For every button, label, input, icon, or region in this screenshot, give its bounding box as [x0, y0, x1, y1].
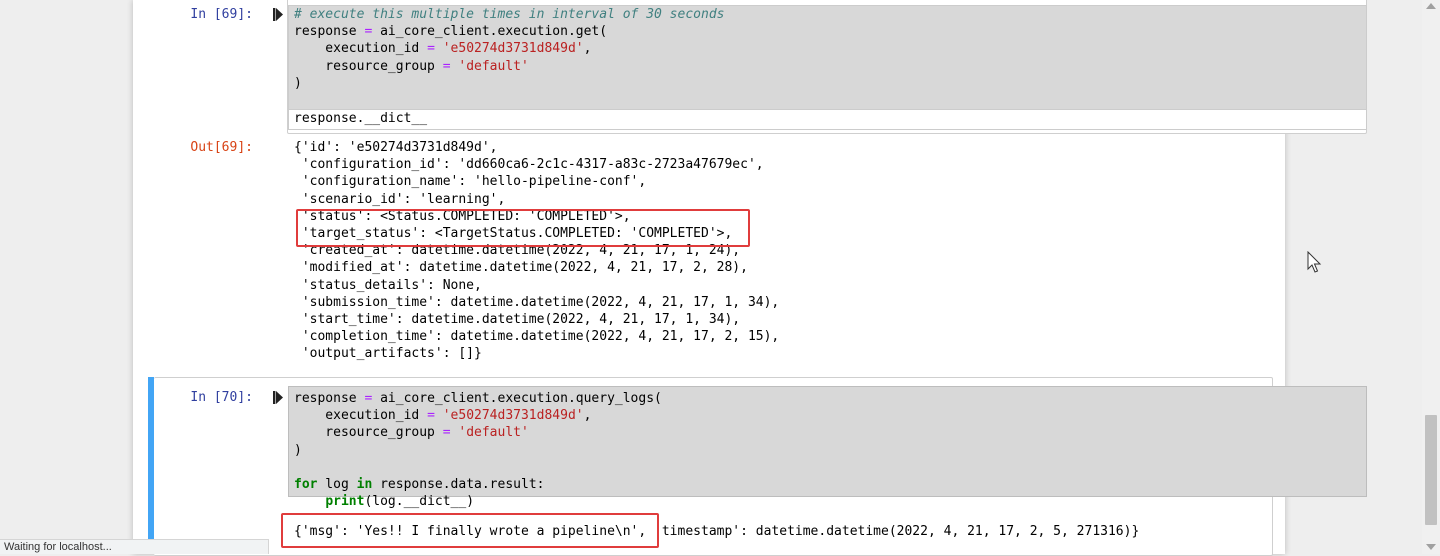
code-token: response.__dict__	[294, 111, 428, 126]
code-line: response = ai_core_client.execution.quer…	[294, 390, 1366, 407]
mouse-cursor-icon	[1307, 251, 1322, 273]
output-line: {'id': 'e50274d3731d849d',	[294, 140, 498, 155]
scroll-up-arrow-icon[interactable]	[1426, 3, 1436, 9]
code-token: ai_core_client.execution.query_logs(	[372, 391, 662, 406]
code-line: resource_group = 'default'	[294, 58, 1366, 75]
code-token: response	[294, 24, 365, 40]
code-token: )	[294, 75, 302, 91]
code-token: ,	[583, 408, 592, 424]
run-cell-icon[interactable]	[273, 391, 283, 404]
code-token: =	[427, 41, 435, 57]
code-token: =	[442, 58, 451, 74]
code-token: 'e50274d3731d849d'	[442, 41, 584, 57]
cell-69-input-prompt: In [69]:	[190, 7, 253, 22]
output-line: 'submission_time': datetime.datetime(202…	[294, 294, 780, 310]
output-line: 'modified_at': datetime.datetime(2022, 4…	[294, 260, 748, 276]
output-line: 'configuration_id': 'dd660ca6-2c1c-4317-…	[294, 157, 764, 173]
code-token: 'e50274d3731d849d'	[442, 408, 584, 424]
code-token: response.data.result:	[372, 476, 545, 492]
cell-69-output-prompt: Out[69]:	[190, 140, 253, 155]
code-token: # execute this multiple times in interva…	[294, 7, 725, 22]
output-line: 'output_artifacts': []}	[294, 346, 482, 362]
code-token: =	[427, 408, 435, 424]
code-token: response	[294, 391, 365, 406]
output-line: 'configuration_name': 'hello-pipeline-co…	[294, 174, 647, 190]
code-token: print	[325, 494, 365, 510]
code-token: 'default'	[458, 58, 529, 74]
cell-69-output: {'id': 'e50274d3731d849d', 'configuratio…	[294, 139, 779, 362]
code-token: resource_group	[294, 425, 443, 441]
code-token: in	[356, 476, 373, 492]
code-line: for log in response.data.result:	[294, 476, 1366, 493]
code-line: # execute this multiple times in interva…	[294, 6, 1366, 23]
code-line: print(log.__dict__)	[294, 493, 1366, 510]
code-token: ,	[583, 41, 592, 57]
code-line: response.__dict__	[294, 110, 1366, 127]
code-token: resource_group	[294, 58, 443, 74]
code-token: )	[294, 442, 302, 458]
code-token: (log.__dict__)	[364, 494, 475, 510]
output-line: 'status_details': None,	[294, 277, 482, 293]
code-line: )	[294, 442, 1366, 459]
cell-69-code-editor[interactable]: # execute this multiple times in interva…	[288, 5, 1367, 111]
scrollbar-thumb[interactable]	[1425, 415, 1437, 525]
code-line: execution_id = 'e50274d3731d849d',	[294, 40, 1366, 57]
output-line: 'start_time': datetime.datetime(2022, 4,…	[294, 311, 741, 327]
code-token: log	[317, 476, 357, 492]
cell-70-code-editor[interactable]: response = ai_core_client.execution.quer…	[288, 386, 1367, 509]
output-line: 'completion_time': datetime.datetime(202…	[294, 329, 780, 345]
code-line: resource_group = 'default'	[294, 424, 1366, 441]
run-cell-icon[interactable]	[273, 8, 283, 21]
scrollbar[interactable]	[1422, 0, 1440, 554]
code-token: execution_id	[294, 41, 428, 57]
code-token: execution_id	[294, 408, 428, 424]
code-token: ai_core_client.execution.get(	[372, 24, 608, 40]
msg-highlight-box	[281, 513, 659, 548]
status-highlight-box	[296, 209, 750, 247]
output-line: 'scenario_id': 'learning',	[294, 191, 506, 207]
code-line: )	[294, 75, 1366, 92]
scroll-down-arrow-icon[interactable]	[1426, 544, 1436, 550]
code-line: execution_id = 'e50274d3731d849d',	[294, 407, 1366, 424]
cell-70-input-prompt: In [70]:	[190, 390, 253, 405]
code-token: =	[442, 425, 451, 441]
code-token: 'default'	[458, 425, 529, 441]
cell-69-code-tail[interactable]: response.__dict__	[288, 109, 1367, 130]
notebook-container: In [69]: # execute this multiple times i…	[133, 0, 1367, 556]
browser-status-bar: Waiting for localhost...	[0, 539, 269, 554]
code-line: response = ai_core_client.execution.get(	[294, 23, 1366, 40]
code-token: for	[294, 476, 318, 492]
